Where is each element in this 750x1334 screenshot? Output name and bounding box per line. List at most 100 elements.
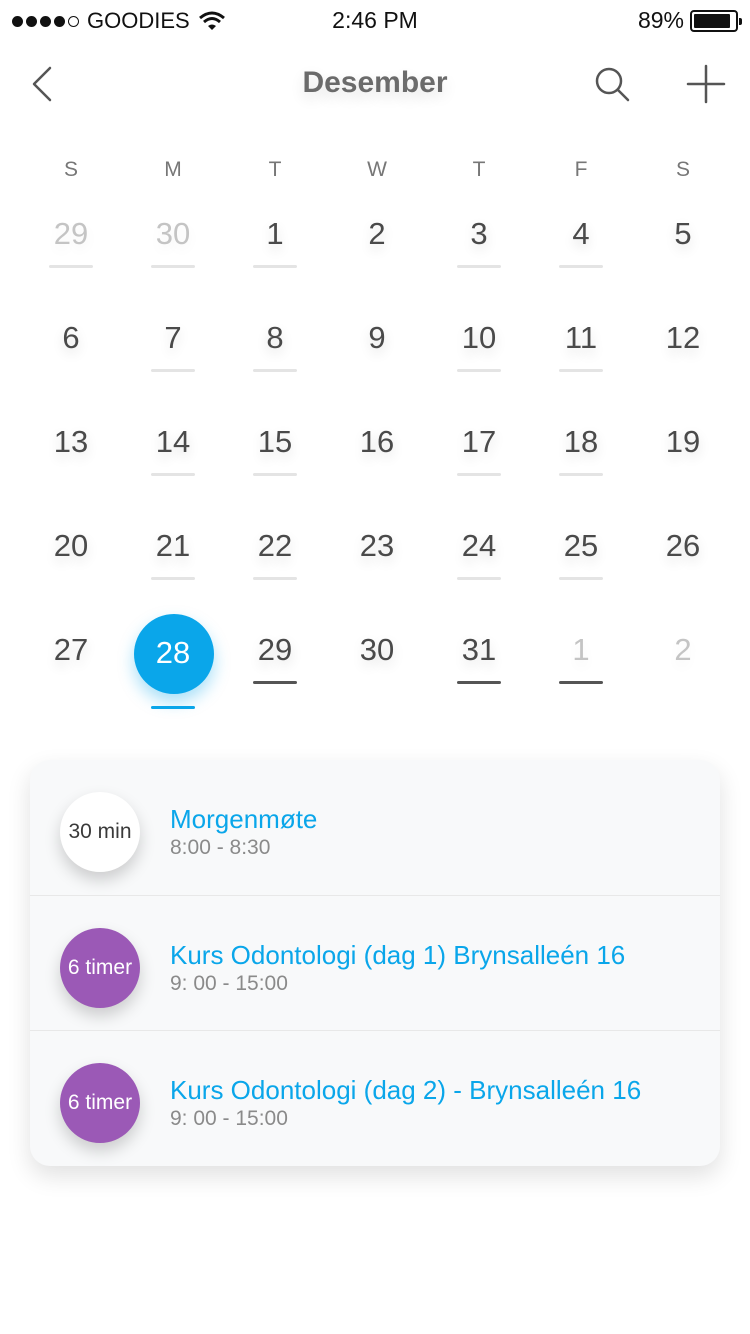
day-number: 17: [461, 424, 497, 459]
calendar-day[interactable]: 13: [20, 408, 122, 512]
weekday-label: S: [63, 158, 78, 181]
battery-percent: 89%: [637, 7, 684, 33]
day-number: 15: [257, 424, 293, 459]
day-number: 19: [665, 424, 701, 459]
plus-icon: [686, 64, 726, 104]
event-indicator: [559, 473, 603, 476]
day-number: 26: [665, 528, 701, 563]
event-item[interactable]: 6 timer Kurs Odontologi (dag 1) Brynsalle…: [30, 895, 720, 1030]
event-indicator: [151, 369, 195, 372]
duration-badge: 6 timer: [60, 1063, 140, 1143]
event-indicator: [457, 577, 501, 580]
calendar-day[interactable]: 19: [632, 408, 734, 512]
calendar-day[interactable]: 11: [530, 304, 632, 408]
event-item[interactable]: 30 min Morgenmøte 8:00 - 8:30: [30, 760, 720, 895]
calendar-day[interactable]: 14: [122, 408, 224, 512]
calendar-day[interactable]: 22: [224, 512, 326, 616]
search-button[interactable]: [590, 62, 636, 108]
event-indicator: [457, 681, 501, 684]
calendar-day[interactable]: 29: [224, 616, 326, 720]
status-bar: GOODIES 2:46 PM 89%: [0, 0, 750, 40]
day-number: 11: [564, 320, 598, 355]
day-number: 8: [266, 320, 284, 355]
calendar-day[interactable]: 27: [20, 616, 122, 720]
weekday-label: S: [675, 158, 690, 181]
day-number: 16: [359, 424, 395, 459]
calendar-day[interactable]: 16: [326, 408, 428, 512]
day-number: 4: [572, 216, 590, 251]
day-number: 12: [665, 320, 701, 355]
calendar-day[interactable]: 30: [122, 200, 224, 304]
calendar-day[interactable]: 5: [632, 200, 734, 304]
day-number: 6: [62, 320, 80, 355]
calendar-day[interactable]: 24: [428, 512, 530, 616]
day-number: 18: [563, 424, 599, 459]
calendar-day[interactable]: 1: [530, 616, 632, 720]
calendar-day[interactable]: 25: [530, 512, 632, 616]
day-number: 29: [53, 216, 89, 251]
calendar-day[interactable]: 20: [20, 512, 122, 616]
calendar-day[interactable]: 1: [224, 200, 326, 304]
calendar-day[interactable]: 9: [326, 304, 428, 408]
weekday-label: F: [574, 158, 588, 181]
day-number: 23: [359, 528, 395, 563]
event-indicator: [457, 369, 501, 372]
calendar-day[interactable]: 10: [428, 304, 530, 408]
event-indicator: [151, 265, 195, 268]
calendar-day[interactable]: 21: [122, 512, 224, 616]
event-indicator: [457, 265, 501, 268]
calendar-day[interactable]: 7: [122, 304, 224, 408]
calendar-day[interactable]: 2: [326, 200, 428, 304]
day-number: 25: [563, 528, 599, 563]
day-number: 5: [674, 216, 692, 251]
event-indicator: [559, 577, 603, 580]
day-number: 2: [368, 216, 386, 251]
weekday-label: M: [164, 158, 182, 181]
day-number: 7: [164, 320, 182, 355]
calendar-day[interactable]: 26: [632, 512, 734, 616]
add-event-button[interactable]: [684, 62, 728, 106]
calendar-day[interactable]: 2: [632, 616, 734, 720]
calendar-day[interactable]: 17: [428, 408, 530, 512]
day-number: 10: [461, 320, 497, 355]
status-right: 89%: [637, 7, 742, 34]
month-title: Desember: [302, 66, 448, 99]
calendar-day[interactable]: 15: [224, 408, 326, 512]
header: Desember: [0, 50, 750, 118]
event-time: 9: 00 - 15:00: [170, 972, 288, 995]
chevron-left-icon: [32, 66, 52, 102]
weekday-row: S M T W T F S: [20, 158, 734, 182]
day-number: 2: [674, 632, 692, 667]
day-number: 20: [53, 528, 89, 563]
event-item[interactable]: 6 timer Kurs Odontologi (dag 2) - Brynsal…: [30, 1030, 720, 1165]
event-indicator: [559, 369, 603, 372]
calendar-day[interactable]: 29: [20, 200, 122, 304]
calendar-day[interactable]: 12: [632, 304, 734, 408]
day-number: 1: [266, 216, 284, 251]
back-button[interactable]: [24, 62, 64, 106]
calendar-day[interactable]: 30: [326, 616, 428, 720]
calendar-day[interactable]: 31: [428, 616, 530, 720]
event-indicator: [253, 265, 297, 268]
day-number: 30: [155, 216, 191, 251]
day-number: 3: [470, 216, 488, 251]
event-indicator: [253, 681, 297, 684]
event-indicator: [151, 473, 195, 476]
calendar-day[interactable]: 18: [530, 408, 632, 512]
event-time: 9: 00 - 15:00: [170, 1107, 288, 1130]
event-indicator: [253, 369, 297, 372]
event-time: 8:00 - 8:30: [170, 836, 271, 859]
day-number: 13: [53, 424, 89, 459]
calendar-day-selected[interactable]: 28: [122, 614, 224, 720]
calendar-day[interactable]: 23: [326, 512, 428, 616]
event-indicator: [559, 681, 603, 684]
day-number: 21: [155, 528, 191, 563]
event-indicator: [151, 577, 195, 580]
day-number: 22: [257, 528, 293, 563]
duration-badge: 6 timer: [60, 928, 140, 1008]
calendar-day[interactable]: 8: [224, 304, 326, 408]
event-indicator: [151, 706, 195, 709]
calendar-day[interactable]: 6: [20, 304, 122, 408]
calendar-day[interactable]: 3: [428, 200, 530, 304]
calendar-day[interactable]: 4: [530, 200, 632, 304]
